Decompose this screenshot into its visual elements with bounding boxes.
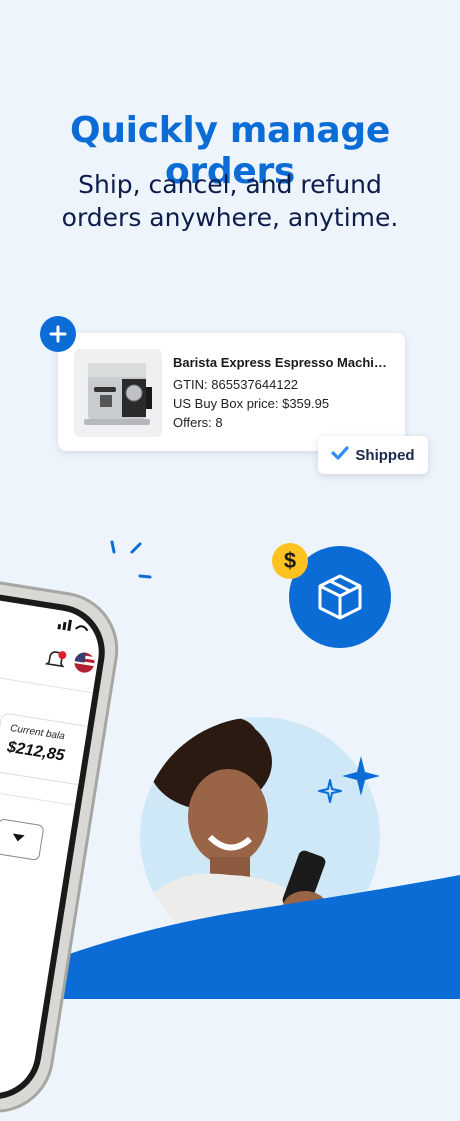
us-flag-icon[interactable]	[73, 651, 96, 675]
plus-icon[interactable]	[40, 316, 76, 352]
balance-card[interactable]: Current bala $212,85	[0, 712, 93, 786]
sparkle-stars	[318, 756, 380, 803]
phone-screen: Current bala $212,85	[0, 566, 105, 1100]
subline-line-1: Ship, cancel, and refund	[78, 170, 382, 199]
bell-icon[interactable]	[42, 647, 68, 677]
status-badge-label: Shipped	[355, 446, 415, 464]
dollar-icon: $	[272, 543, 308, 579]
product-offers: Offers: 8	[173, 415, 223, 430]
chevron-down-icon	[12, 833, 25, 842]
subline: Ship, cancel, and refund orders anywhere…	[0, 168, 460, 234]
espresso-machine-image	[74, 349, 162, 437]
dropdown[interactable]	[0, 818, 45, 861]
subline-line-2: orders anywhere, anytime.	[61, 203, 399, 232]
status-bar-icons	[57, 619, 89, 632]
product-title: Barista Express Espresso Machine...	[173, 355, 393, 370]
check-icon	[331, 445, 350, 465]
product-gtin: GTIN: 865537644122	[173, 377, 299, 392]
balance-value: $212,85	[5, 738, 66, 765]
phone-mockup: Current bala $212,85	[0, 545, 127, 1121]
product-card[interactable]: Barista Express Espresso Machine... GTIN…	[58, 333, 405, 451]
status-badge: Shipped	[318, 436, 428, 474]
sparkle-dashes	[110, 540, 152, 579]
product-price: US Buy Box price: $359.95	[173, 396, 330, 411]
